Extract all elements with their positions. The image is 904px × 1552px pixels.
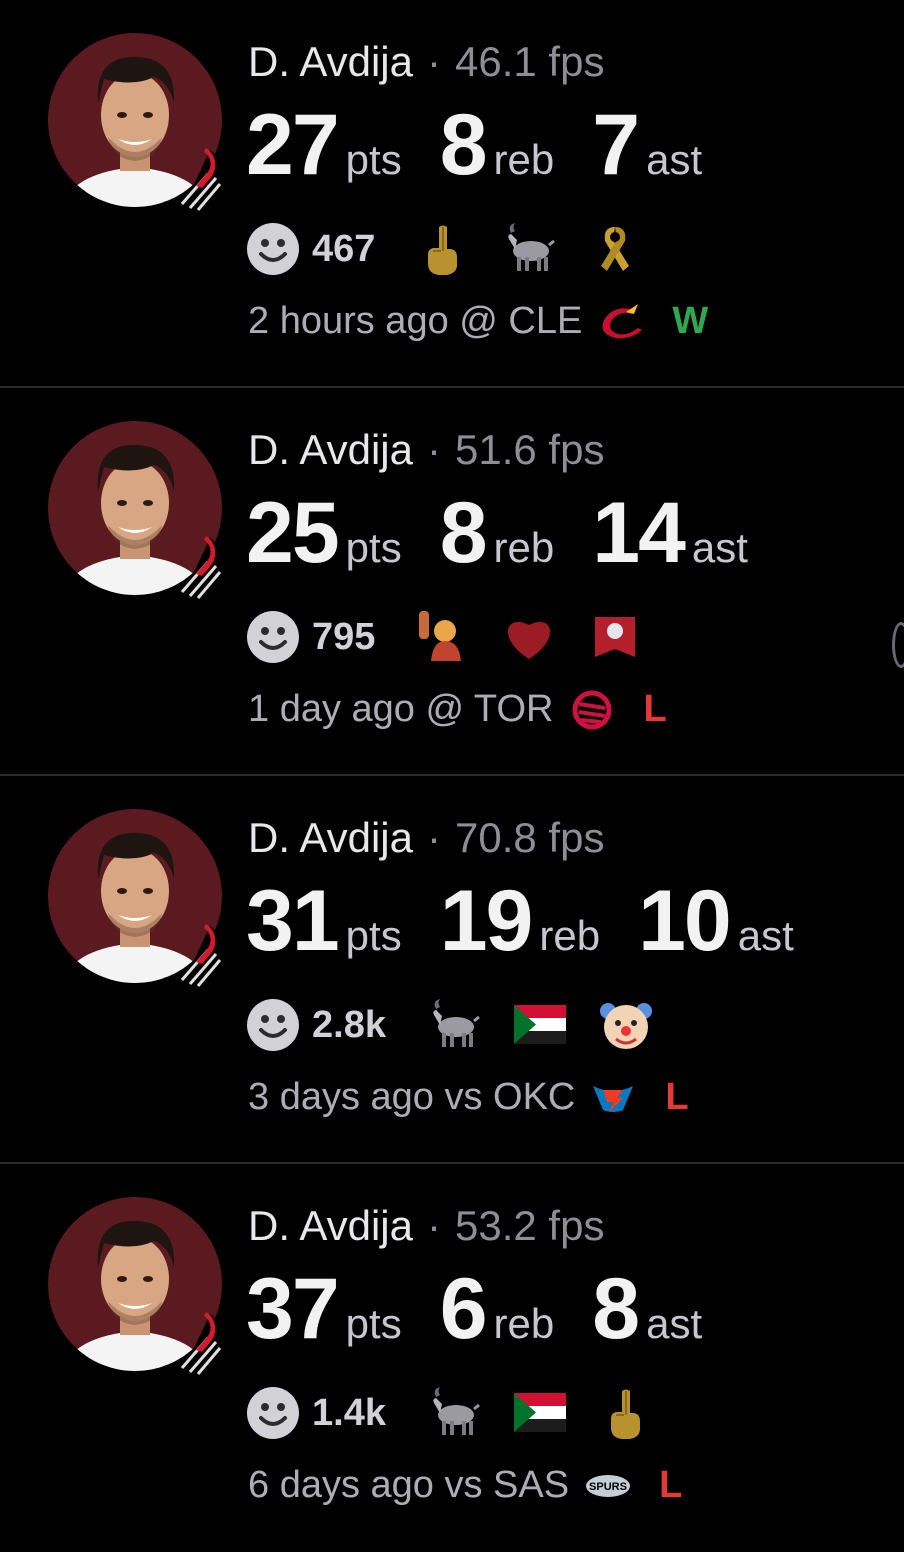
blazers-logo-icon bbox=[180, 536, 222, 599]
stat-line: 25 pts 8 reb 14 ast bbox=[246, 484, 786, 583]
rebounds-value: 8 bbox=[439, 97, 488, 193]
game-card[interactable]: D. Avdija · 51.6 fps 25 pts 8 reb 14 ast 795 … bbox=[0, 388, 904, 776]
game-time-opponent: 2 hours ago @ CLE bbox=[248, 300, 583, 342]
game-info: 3 days ago vs OKC L bbox=[248, 1076, 689, 1119]
sudan-flag-icon[interactable] bbox=[512, 1385, 568, 1441]
svg-text:SPURS: SPURS bbox=[589, 1481, 627, 1493]
points-label: pts bbox=[345, 1300, 402, 1347]
reactions-row: 467 bbox=[246, 220, 673, 278]
separator-dot: · bbox=[427, 814, 441, 861]
smile-icon[interactable] bbox=[246, 998, 300, 1052]
thunder-logo-icon bbox=[589, 1078, 639, 1118]
rebounds-label: reb bbox=[493, 524, 555, 571]
reactions-row: 2.8k bbox=[246, 996, 684, 1054]
assists-label: ast bbox=[737, 912, 794, 959]
assists-value: 10 bbox=[638, 873, 732, 969]
reaction-count: 467 bbox=[312, 227, 376, 270]
rebounds-label: reb bbox=[493, 1300, 555, 1347]
stat-line: 37 pts 6 reb 8 ast bbox=[246, 1260, 740, 1359]
smile-icon[interactable] bbox=[246, 1386, 300, 1440]
player-header: D. Avdija · 46.1 fps bbox=[248, 38, 604, 86]
player-header: D. Avdija · 51.6 fps bbox=[248, 426, 604, 474]
fantasy-points: 46.1 fps bbox=[455, 38, 605, 85]
heart-icon[interactable] bbox=[501, 609, 557, 665]
smile-icon[interactable] bbox=[246, 222, 300, 276]
blazers-logo-icon bbox=[180, 1312, 222, 1375]
goat-icon[interactable] bbox=[501, 221, 557, 277]
game-result: L bbox=[659, 1464, 683, 1506]
reaction-count: 795 bbox=[312, 615, 376, 658]
player-name[interactable]: D. Avdija bbox=[248, 1202, 413, 1249]
game-time-opponent: 1 day ago @ TOR bbox=[248, 688, 554, 730]
points-value: 27 bbox=[246, 97, 340, 193]
game-feed: D. Avdija · 46.1 fps 27 pts 8 reb 7 ast 467 2… bbox=[0, 0, 904, 1552]
stat-line: 31 pts 19 reb 10 ast bbox=[246, 872, 832, 971]
points-label: pts bbox=[345, 912, 402, 959]
fantasy-points: 53.2 fps bbox=[455, 1202, 605, 1249]
player-name[interactable]: D. Avdija bbox=[248, 814, 413, 861]
game-card[interactable]: D. Avdija · 70.8 fps 31 pts 19 reb 10 ast 2.8… bbox=[0, 776, 904, 1164]
game-card[interactable]: D. Avdija · 46.1 fps 27 pts 8 reb 7 ast 467 2… bbox=[0, 0, 904, 388]
game-result: L bbox=[665, 1076, 689, 1118]
game-result: L bbox=[643, 688, 667, 730]
player-name[interactable]: D. Avdija bbox=[248, 38, 413, 85]
game-card[interactable]: D. Avdija · 53.2 fps 37 pts 6 reb 8 ast 1.4k … bbox=[0, 1164, 904, 1552]
rebounds-value: 6 bbox=[439, 1261, 488, 1357]
player-header: D. Avdija · 53.2 fps bbox=[248, 1202, 604, 1250]
goat-icon[interactable] bbox=[426, 1385, 482, 1441]
person-raising-hand-icon[interactable] bbox=[415, 609, 471, 665]
points-value: 31 bbox=[246, 873, 340, 969]
points-value: 25 bbox=[246, 485, 340, 581]
rebounds-label: reb bbox=[539, 912, 601, 959]
game-info: 2 hours ago @ CLE W bbox=[248, 300, 708, 343]
separator-dot: · bbox=[427, 38, 441, 85]
clown-face-icon[interactable] bbox=[598, 997, 654, 1053]
fantasy-points: 51.6 fps bbox=[455, 426, 605, 473]
game-time-opponent: 3 days ago vs OKC bbox=[248, 1076, 576, 1118]
blazers-logo-icon bbox=[180, 924, 222, 987]
spurs-logo-icon: SPURS bbox=[583, 1466, 633, 1506]
reaction-count: 2.8k bbox=[312, 1003, 386, 1046]
separator-dot: · bbox=[427, 1202, 441, 1249]
separator-dot: · bbox=[427, 426, 441, 473]
reactions-row: 795 bbox=[246, 608, 673, 666]
ribbon-icon[interactable] bbox=[587, 221, 643, 277]
cavaliers-logo-icon bbox=[596, 302, 646, 342]
reactions-row: 1.4k bbox=[246, 1384, 684, 1442]
sudan-flag-icon[interactable] bbox=[512, 997, 568, 1053]
points-label: pts bbox=[345, 524, 402, 571]
assists-label: ast bbox=[691, 524, 748, 571]
game-result: W bbox=[672, 300, 709, 342]
goat-icon[interactable] bbox=[426, 997, 482, 1053]
rebounds-value: 19 bbox=[439, 873, 534, 969]
assists-label: ast bbox=[646, 136, 703, 183]
fantasy-points: 70.8 fps bbox=[455, 814, 605, 861]
game-info: 6 days ago vs SAS SPURS L bbox=[248, 1464, 682, 1507]
middle-finger-icon[interactable] bbox=[415, 221, 471, 277]
points-value: 37 bbox=[246, 1261, 340, 1357]
middle-finger-icon[interactable] bbox=[598, 1385, 654, 1441]
offscreen-element bbox=[892, 622, 904, 668]
game-time-opponent: 6 days ago vs SAS bbox=[248, 1464, 570, 1506]
player-name[interactable]: D. Avdija bbox=[248, 426, 413, 473]
game-info: 1 day ago @ TOR L bbox=[248, 688, 667, 731]
assists-value: 8 bbox=[592, 1261, 640, 1357]
smile-icon[interactable] bbox=[246, 610, 300, 664]
stat-line: 27 pts 8 reb 7 ast bbox=[246, 96, 740, 195]
player-header: D. Avdija · 70.8 fps bbox=[248, 814, 604, 862]
reaction-count: 1.4k bbox=[312, 1391, 386, 1434]
points-label: pts bbox=[345, 136, 402, 183]
flag-icon[interactable] bbox=[587, 609, 643, 665]
assists-label: ast bbox=[646, 1300, 703, 1347]
raptors-logo-icon bbox=[567, 690, 617, 730]
assists-value: 7 bbox=[592, 97, 640, 193]
rebounds-value: 8 bbox=[439, 485, 488, 581]
assists-value: 14 bbox=[592, 485, 686, 581]
rebounds-label: reb bbox=[493, 136, 555, 183]
blazers-logo-icon bbox=[180, 148, 222, 211]
